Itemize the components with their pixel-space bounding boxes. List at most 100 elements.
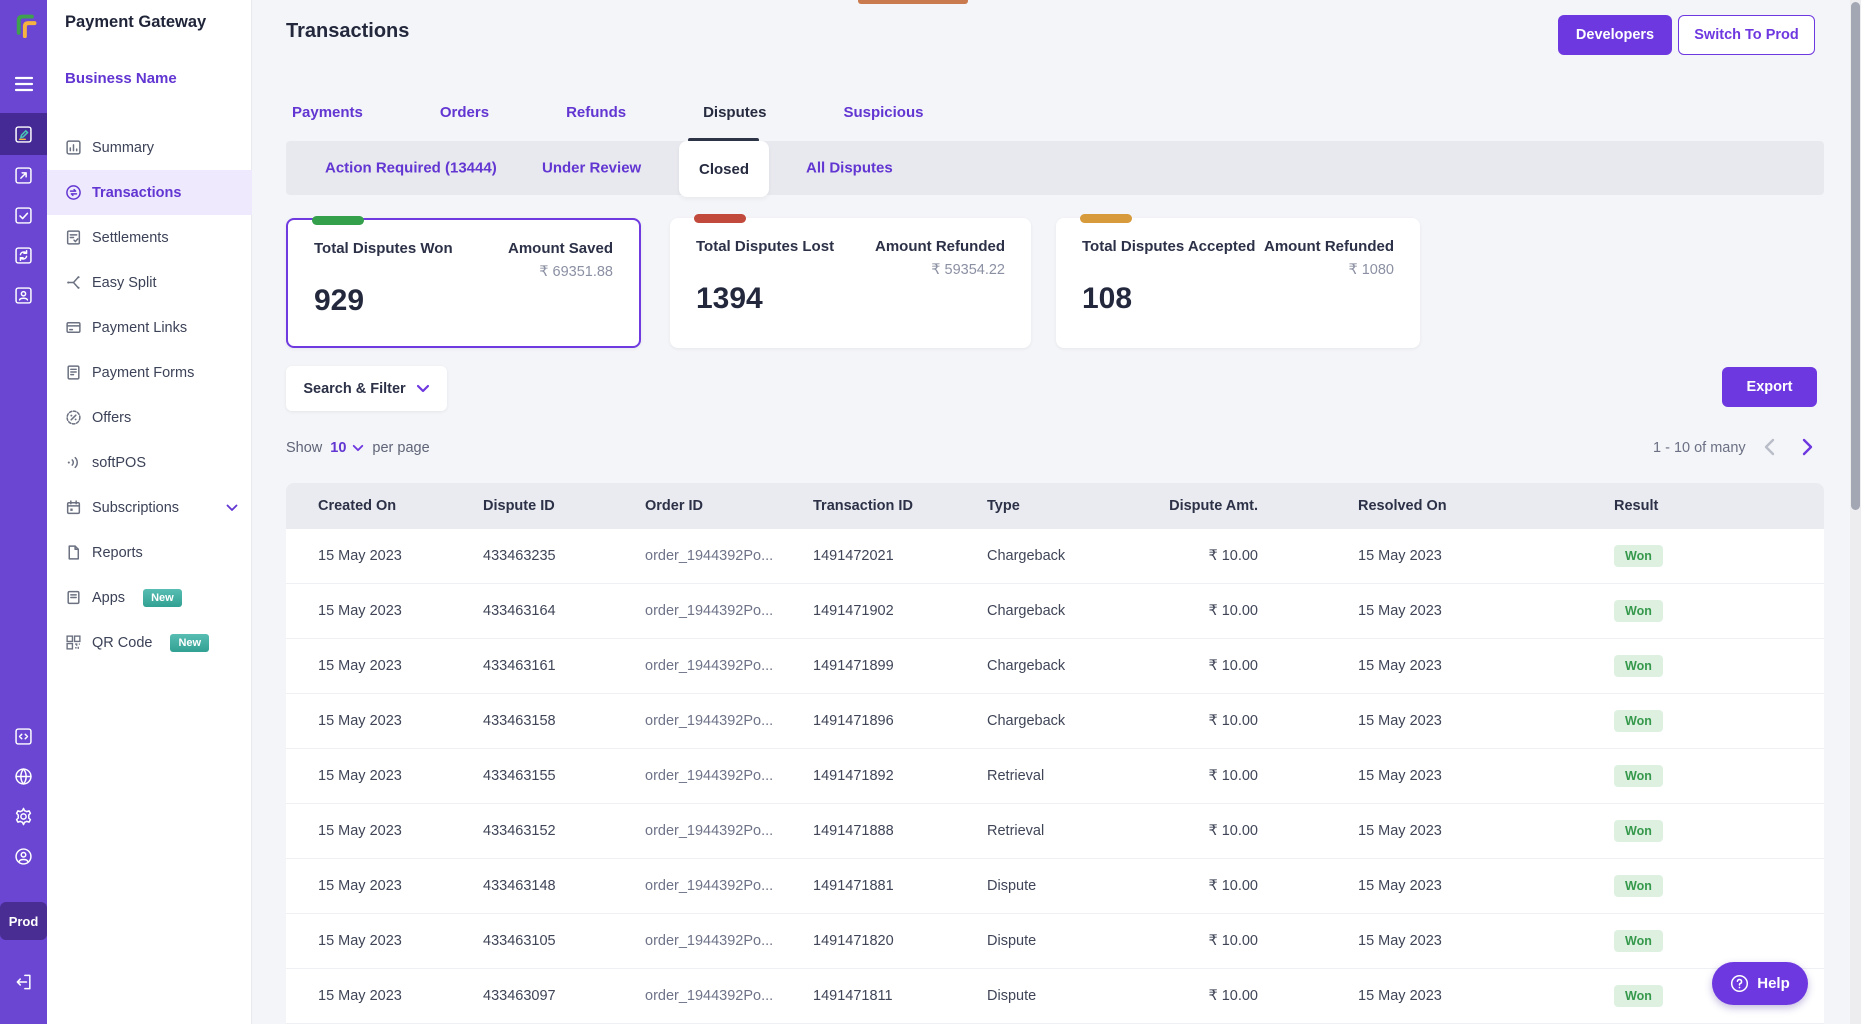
cell-transaction-id: 1491471888 xyxy=(813,823,894,839)
rail-customer-icon[interactable] xyxy=(0,275,47,315)
won-badge: Won xyxy=(1614,545,1663,567)
rail-payments-icon[interactable] xyxy=(0,113,47,155)
cell-created-on: 15 May 2023 xyxy=(318,713,402,729)
tab-disputes[interactable]: Disputes xyxy=(703,104,766,121)
cell-order-id: order_1944392Po... xyxy=(645,933,774,949)
transfer-circle-icon xyxy=(66,185,81,200)
search-filter-button[interactable]: Search & Filter xyxy=(286,366,447,411)
form-doc-icon xyxy=(67,365,80,380)
sidebar-item-reports[interactable]: Reports xyxy=(47,530,252,575)
subtab-action-required[interactable]: Action Required (13444) xyxy=(325,160,497,177)
rail-link-out-icon[interactable] xyxy=(0,155,47,195)
sidebar-item-payment-links[interactable]: Payment Links xyxy=(47,305,252,350)
card-amount-value: ₹ 69351.88 xyxy=(539,264,613,280)
cell-result: Won xyxy=(1514,930,1824,952)
chevron-down-icon xyxy=(416,384,429,393)
cell-resolved-on: 15 May 2023 xyxy=(1358,933,1442,949)
table-row[interactable]: 15 May 2023 433463148 order_1944392Po...… xyxy=(286,859,1824,914)
cell-order-id: order_1944392Po... xyxy=(645,713,774,729)
table-row[interactable]: 15 May 2023 433463164 order_1944392Po...… xyxy=(286,584,1824,639)
table-row[interactable]: 15 May 2023 433463152 order_1944392Po...… xyxy=(286,804,1824,859)
card-disputes-won[interactable]: Total Disputes Won Amount Saved ₹ 69351.… xyxy=(286,216,641,348)
tab-payments[interactable]: Payments xyxy=(292,104,363,121)
next-page-icon[interactable] xyxy=(1802,438,1813,456)
sidebar-item-label: Summary xyxy=(92,139,155,156)
vertical-scrollbar[interactable] xyxy=(1850,0,1861,1024)
sidebar-item-offers[interactable]: Offers xyxy=(47,395,252,440)
rail-check-doc-icon[interactable] xyxy=(0,195,47,235)
disputes-table: Created On Dispute ID Order ID Transacti… xyxy=(286,483,1824,1024)
sidebar-item-qr-code[interactable]: QR Code New xyxy=(47,620,252,665)
previous-page-icon[interactable] xyxy=(1764,438,1775,456)
tap-waves-icon xyxy=(67,456,78,469)
table-row[interactable]: 15 May 2023 433463158 order_1944392Po...… xyxy=(286,694,1824,749)
table-body: 15 May 2023 433463235 order_1944392Po...… xyxy=(286,529,1824,1024)
cell-created-on: 15 May 2023 xyxy=(318,988,402,1004)
cell-result: Won xyxy=(1514,710,1824,732)
sidebar-item-easy-split[interactable]: Easy Split xyxy=(47,260,252,305)
cell-resolved-on: 15 May 2023 xyxy=(1358,713,1442,729)
sidebar-item-settlements[interactable]: Settlements xyxy=(47,215,252,260)
product-title: Payment Gateway xyxy=(65,13,207,31)
qr-code-icon xyxy=(66,635,81,650)
hamburger-menu-icon[interactable] xyxy=(0,64,47,104)
developers-button[interactable]: Developers xyxy=(1558,15,1672,55)
page-size-dropdown[interactable]: 10 xyxy=(330,440,364,456)
cell-dispute-id: 433463155 xyxy=(483,768,556,784)
subtab-all-disputes[interactable]: All Disputes xyxy=(806,160,893,177)
cell-dispute-amount: ₹ 10.00 xyxy=(1208,603,1258,619)
card-disputes-lost[interactable]: Total Disputes Lost Amount Refunded ₹ 59… xyxy=(670,214,1031,348)
scrollbar-thumb[interactable] xyxy=(1851,2,1860,510)
column-header: Transaction ID xyxy=(813,498,913,514)
cell-type: Chargeback xyxy=(987,603,1066,619)
cell-dispute-amount: ₹ 10.00 xyxy=(1208,988,1258,1004)
table-row[interactable]: 15 May 2023 433463097 order_1944392Po...… xyxy=(286,969,1824,1024)
sidebar-item-transactions[interactable]: Transactions xyxy=(47,170,252,215)
won-badge: Won xyxy=(1614,600,1663,622)
page-size-control: Show 10 per page xyxy=(286,440,430,456)
table-row[interactable]: 15 May 2023 433463155 order_1944392Po...… xyxy=(286,749,1824,804)
table-row[interactable]: 15 May 2023 433463235 order_1944392Po...… xyxy=(286,529,1824,584)
tab-refunds[interactable]: Refunds xyxy=(566,104,626,121)
cell-dispute-amount: ₹ 10.00 xyxy=(1208,548,1258,564)
cell-dispute-amount: ₹ 10.00 xyxy=(1208,933,1258,949)
table-row[interactable]: 15 May 2023 433463105 order_1944392Po...… xyxy=(286,914,1824,969)
sidebar-item-payment-forms[interactable]: Payment Forms xyxy=(47,350,252,395)
brand-logo[interactable] xyxy=(0,2,47,46)
profile-icon[interactable] xyxy=(0,836,47,876)
card-amount-value: ₹ 59354.22 xyxy=(931,262,1005,278)
business-name[interactable]: Business Name xyxy=(65,70,177,87)
code-icon[interactable] xyxy=(0,716,47,756)
red-status-pill xyxy=(694,214,746,223)
subtab-under-review[interactable]: Under Review xyxy=(542,160,641,177)
column-header: Created On xyxy=(318,498,397,514)
rail-refresh-icon[interactable] xyxy=(0,235,47,275)
column-header: Dispute Amt. xyxy=(1169,498,1258,514)
switch-to-prod-button[interactable]: Switch To Prod xyxy=(1678,15,1815,55)
sidebar-item-label: Payment Forms xyxy=(92,364,195,381)
card-disputes-accepted[interactable]: Total Disputes Accepted Amount Refunded … xyxy=(1056,214,1420,348)
help-button[interactable]: Help xyxy=(1712,962,1808,1005)
cell-order-id: order_1944392Po... xyxy=(645,658,774,674)
sidebar-item-apps[interactable]: Apps New xyxy=(47,575,252,620)
cell-result: Won xyxy=(1514,655,1824,677)
cell-transaction-id: 1491471892 xyxy=(813,768,894,784)
globe-icon[interactable] xyxy=(0,756,47,796)
table-row[interactable]: 15 May 2023 433463161 order_1944392Po...… xyxy=(286,639,1824,694)
main-tabs: Payments Orders Refunds Disputes Suspici… xyxy=(292,104,923,121)
cell-dispute-id: 433463235 xyxy=(483,548,556,564)
gear-icon[interactable] xyxy=(0,796,47,836)
sidebar-item-summary[interactable]: Summary xyxy=(47,125,252,170)
tab-suspicious[interactable]: Suspicious xyxy=(843,104,923,121)
logout-icon[interactable] xyxy=(0,962,47,1002)
sidebar-item-softpos[interactable]: softPOS xyxy=(47,440,252,485)
sidebar-item-subscriptions[interactable]: Subscriptions xyxy=(47,485,252,530)
new-badge: New xyxy=(170,633,210,652)
subtab-closed[interactable]: Closed xyxy=(679,141,769,197)
card-count: 1394 xyxy=(696,282,763,315)
chevron-down-icon[interactable] xyxy=(226,504,238,512)
export-button[interactable]: Export xyxy=(1722,367,1817,407)
calendar-icon xyxy=(66,500,81,515)
help-label: Help xyxy=(1757,975,1790,992)
tab-orders[interactable]: Orders xyxy=(440,104,489,121)
